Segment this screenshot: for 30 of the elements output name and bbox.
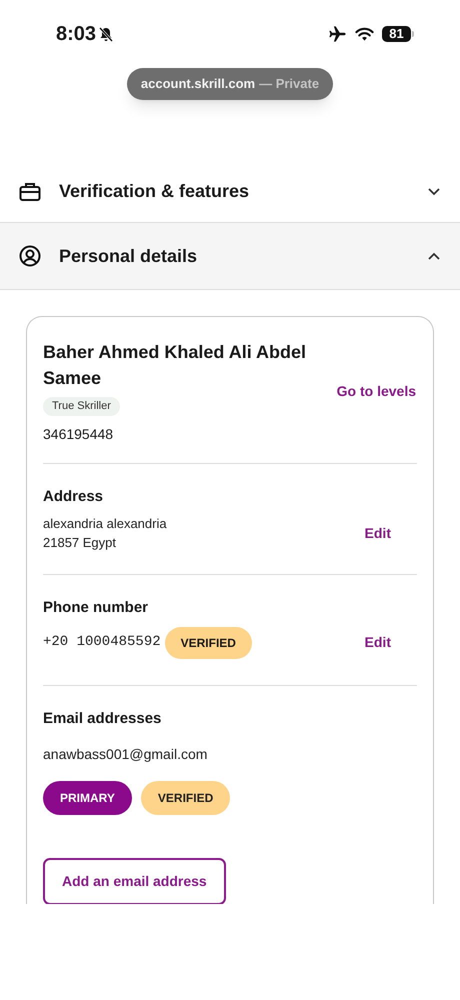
address-line: alexandria alexandria bbox=[43, 515, 168, 533]
chevron-down-icon bbox=[428, 188, 440, 196]
section-heading: Phone number bbox=[43, 598, 150, 618]
airplane-icon bbox=[328, 25, 347, 43]
phone-number: +20 1000485592 bbox=[43, 633, 161, 652]
bell-muted-icon bbox=[98, 26, 114, 42]
address-line: 21857 Egypt bbox=[43, 534, 118, 552]
section-heading: Email addresses bbox=[43, 708, 162, 728]
chevron-up-icon bbox=[428, 252, 440, 260]
primary-badge: PRIMARY bbox=[43, 781, 132, 815]
user-circle-icon bbox=[19, 245, 41, 267]
url-bar[interactable]: account.skrill.com — Private bbox=[127, 68, 333, 100]
tier-badge: True Skriller bbox=[43, 397, 120, 416]
private-label: — Private bbox=[259, 75, 320, 94]
email-address: anawbass001@gmail.com bbox=[43, 745, 208, 764]
edit-link[interactable]: Edit bbox=[364, 522, 391, 544]
briefcase-icon bbox=[19, 182, 41, 202]
account-number: 346195448 bbox=[43, 424, 114, 444]
go-to-levels-link[interactable]: Go to levels bbox=[336, 381, 416, 402]
accordion-header[interactable]: Personal details bbox=[0, 223, 460, 290]
url-domain: account.skrill.com bbox=[140, 75, 256, 94]
status-time: 8:03 bbox=[56, 22, 96, 47]
section-heading: Address bbox=[43, 486, 104, 506]
verified-badge: VERIFIED bbox=[164, 626, 252, 658]
full-name: Baher Ahmed Khaled Ali Abdel Samee bbox=[43, 341, 308, 390]
wifi-icon bbox=[355, 26, 374, 42]
verified-badge: VERIFIED bbox=[140, 781, 230, 815]
edit-link[interactable]: Edit bbox=[364, 632, 391, 653]
battery-level: 81 bbox=[382, 26, 411, 42]
add-email-button[interactable]: Add an email address bbox=[43, 858, 226, 904]
